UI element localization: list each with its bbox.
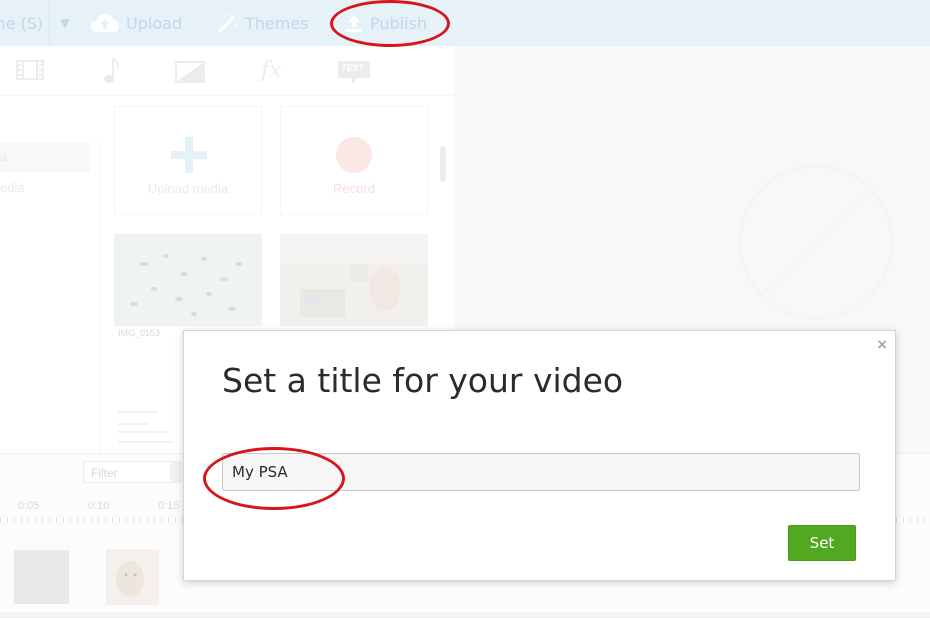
video-title-input[interactable] — [222, 453, 860, 491]
set-button[interactable]: Set — [788, 525, 856, 561]
close-icon[interactable]: × — [877, 335, 887, 355]
dialog-title: Set a title for your video — [222, 361, 624, 400]
set-title-dialog: × Set a title for your video Set — [183, 330, 896, 581]
